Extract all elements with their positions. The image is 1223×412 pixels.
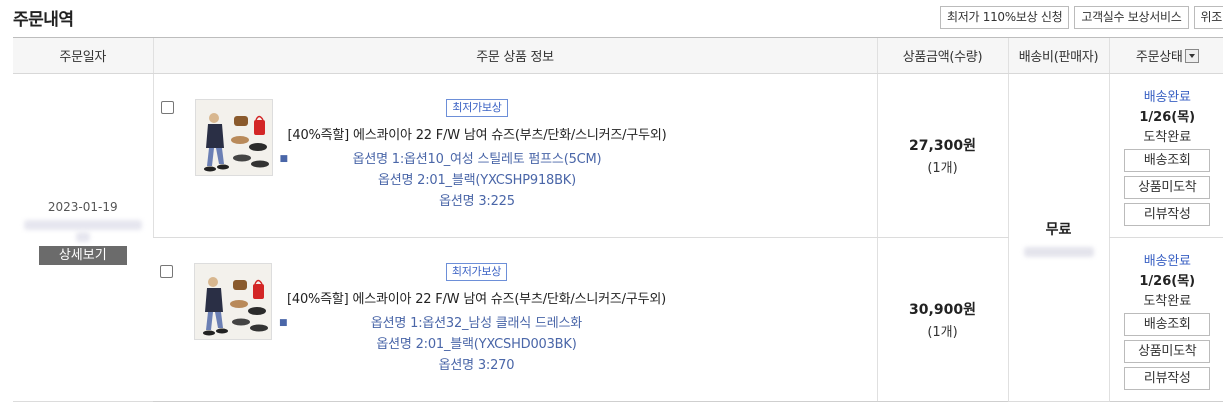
option-3: 옵션명 3:270 bbox=[438, 358, 515, 373]
option-2: 옵션명 2:01_블랙(YXCSHD003BK) bbox=[376, 337, 577, 352]
status-date: 1/26(목) bbox=[1139, 273, 1196, 289]
option-3: 옵션명 3:225 bbox=[439, 194, 515, 209]
shipping-cell: 무료 bbox=[1007, 73, 1109, 402]
bullet-icon: ■ bbox=[279, 318, 288, 328]
product-thumbnail[interactable] bbox=[194, 99, 273, 176]
price-cell: 30,900원 (1개) bbox=[876, 237, 1008, 402]
page-title: 주문내역 bbox=[13, 10, 74, 30]
status-cell: 배송완료 1/26(목) 도착완료 배송조회 상품미도착 리뷰작성 bbox=[1108, 73, 1223, 238]
dropdown-icon[interactable] bbox=[1184, 49, 1199, 63]
item-quantity: (1개) bbox=[927, 325, 958, 340]
product-name[interactable]: [40%즉할] 에스콰이아 22 F/W 남여 슈즈(부츠/단화/스니커즈/구두… bbox=[287, 288, 666, 307]
option-2: 옵션명 2:01_블랙(YXCSHP918BK) bbox=[377, 173, 577, 188]
not-arrived-button[interactable]: 상품미도착 bbox=[1124, 339, 1211, 363]
header-price-qty: 상품금액(수량) bbox=[876, 37, 1008, 74]
order-detail-button[interactable]: 상세보기 bbox=[38, 246, 127, 265]
blurred-order-number bbox=[23, 220, 142, 230]
shipping-fee: 무료 bbox=[1045, 221, 1072, 238]
status-note: 도착완료 bbox=[1143, 129, 1192, 145]
item-checkbox[interactable] bbox=[160, 265, 173, 278]
header-shipping-fee: 배송비(판매자) bbox=[1007, 37, 1109, 74]
table-header-row: 주문일자 주문 상품 정보 상품금액(수량) 배송비(판매자) 주문상태 bbox=[13, 37, 1223, 74]
product-info: 최저가보상 [40%즉할] 에스콰이아 22 F/W 남여 슈즈(부츠/단화/스… bbox=[280, 99, 667, 212]
status-note: 도착완료 bbox=[1143, 293, 1192, 309]
item-price: 30,900원 bbox=[909, 302, 976, 318]
write-review-button[interactable]: 리뷰작성 bbox=[1124, 366, 1211, 390]
product-name[interactable]: [40%즉할] 에스콰이아 22 F/W 남여 슈즈(부츠/단화/스니커즈/구두… bbox=[288, 124, 667, 143]
header-order-date: 주문일자 bbox=[13, 37, 153, 74]
table-row: 2023-01-19 상세보기 최저가보상 [40%즉할] 에스콰이아 22 F… bbox=[13, 73, 1223, 402]
order-date-cell: 2023-01-19 상세보기 bbox=[13, 73, 153, 402]
blurred-order-number-tail bbox=[75, 232, 90, 242]
item-price: 27,300원 bbox=[909, 138, 976, 154]
track-delivery-button[interactable]: 배송조회 bbox=[1124, 148, 1211, 172]
track-delivery-button[interactable]: 배송조회 bbox=[1124, 312, 1211, 336]
header-product-info: 주문 상품 정보 bbox=[152, 37, 877, 74]
order-table: 주문일자 주문 상품 정보 상품금액(수량) 배송비(판매자) 주문상태 202… bbox=[13, 37, 1223, 402]
lowest-price-compensation-button[interactable]: 최저가 110%보상 신청 bbox=[940, 6, 1070, 29]
blurred-seller-name bbox=[1023, 246, 1094, 257]
order-date: 2023-01-19 bbox=[47, 200, 118, 214]
product-info: 최저가보상 [40%즉할] 에스콰이아 22 F/W 남여 슈즈(부츠/단화/스… bbox=[279, 263, 666, 376]
option-1: 옵션명 1:옵션32_남성 클래식 드레스화 bbox=[370, 316, 583, 331]
product-options: ■ 옵션명 1:옵션10_여성 스틸레토 펌프스(5CM) 옵션명 2:01_블랙… bbox=[280, 149, 667, 212]
status-label[interactable]: 배송완료 bbox=[1110, 86, 1223, 105]
counterfeit-button[interactable]: 위조 bbox=[1193, 6, 1223, 29]
status-cell: 배송완료 1/26(목) 도착완료 배송조회 상품미도착 리뷰작성 bbox=[1108, 237, 1223, 402]
product-info-cell: 최저가보상 [40%즉할] 에스콰이아 22 F/W 남여 슈즈(부츠/단화/스… bbox=[153, 237, 877, 402]
item-quantity: (1개) bbox=[927, 161, 958, 176]
product-thumbnail[interactable] bbox=[194, 263, 272, 340]
status-label[interactable]: 배송완료 bbox=[1110, 250, 1223, 269]
option-1: 옵션명 1:옵션10_여성 스틸레토 펌프스(5CM) bbox=[352, 152, 602, 167]
item-checkbox[interactable] bbox=[160, 101, 174, 114]
lowest-price-badge: 최저가보상 bbox=[445, 263, 508, 281]
top-button-group: 최저가 110%보상 신청 고객실수 보상서비스 위조 bbox=[940, 6, 1223, 29]
not-arrived-button[interactable]: 상품미도착 bbox=[1124, 175, 1211, 199]
header-order-status[interactable]: 주문상태 bbox=[1108, 37, 1223, 74]
price-cell: 27,300원 (1개) bbox=[876, 73, 1008, 238]
bullet-icon: ■ bbox=[279, 154, 289, 164]
status-date: 1/26(목) bbox=[1139, 109, 1196, 125]
customer-mistake-service-button[interactable]: 고객실수 보상서비스 bbox=[1074, 6, 1189, 29]
product-info-cell: 최저가보상 [40%즉할] 에스콰이아 22 F/W 남여 슈즈(부츠/단화/스… bbox=[152, 73, 877, 238]
lowest-price-badge: 최저가보상 bbox=[446, 99, 508, 117]
write-review-button[interactable]: 리뷰작성 bbox=[1124, 202, 1211, 226]
product-options: ■ 옵션명 1:옵션32_남성 클래식 드레스화 옵션명 2:01_블랙(YXCS… bbox=[279, 313, 666, 376]
